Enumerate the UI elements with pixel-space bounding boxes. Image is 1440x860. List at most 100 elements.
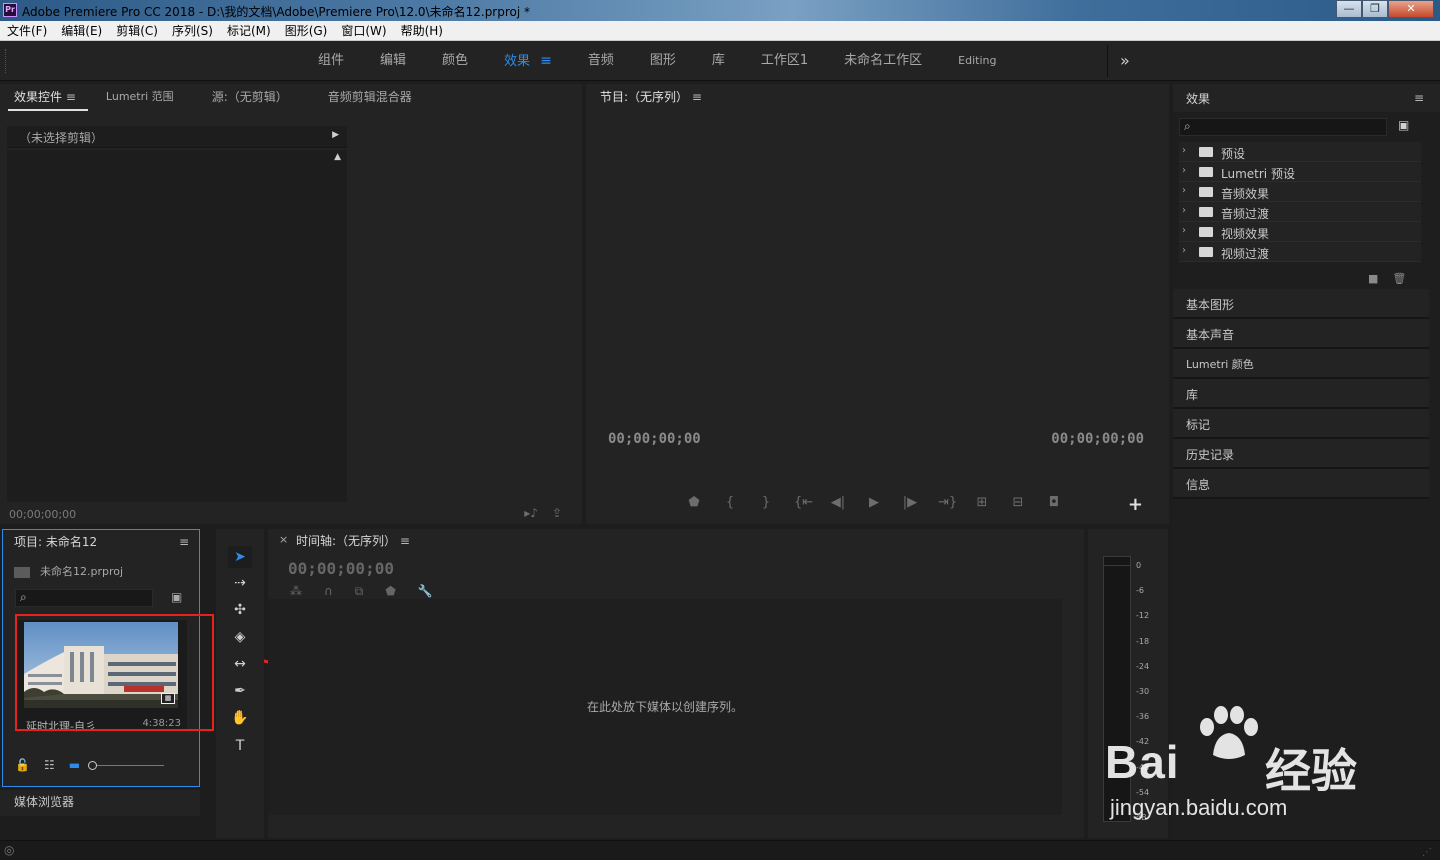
zoom-slider[interactable] <box>88 760 165 770</box>
menu-clip[interactable]: 剪辑(C) <box>109 21 165 40</box>
go-to-out-icon[interactable]: ⇥} <box>938 495 957 510</box>
snap-icon[interactable]: ∩ <box>324 584 333 599</box>
workspace-tab-editing-en[interactable]: Editing <box>940 41 1014 81</box>
ripple-edit-tool-icon[interactable]: ✣ <box>228 599 252 621</box>
workspace-tab-workspace1[interactable]: 工作区1 <box>743 41 826 81</box>
workspace-tab-assembly[interactable]: 组件 <box>300 41 362 81</box>
lift-icon[interactable]: ⊞ <box>974 495 990 510</box>
mark-out-icon[interactable]: } <box>758 495 774 510</box>
extract-icon[interactable]: ⊟ <box>1010 495 1026 510</box>
minimize-button[interactable]: — <box>1336 0 1362 18</box>
maximize-button[interactable]: ❐ <box>1362 0 1388 18</box>
watermark-brand-latin: Bai <box>1105 736 1180 788</box>
razor-tool-icon[interactable]: ◈ <box>228 626 252 648</box>
scroll-up-icon[interactable]: ▲ <box>334 152 341 162</box>
panel-menu-icon[interactable]: ≡ <box>66 90 76 104</box>
effects-item-presets[interactable]: › 预设 <box>1179 142 1421 162</box>
slip-tool-icon[interactable]: ↔ <box>228 653 252 675</box>
new-bin-icon[interactable]: ■ <box>1368 272 1378 285</box>
chevron-right-icon[interactable]: › <box>1182 205 1186 216</box>
tab-source[interactable]: 源:（无剪辑） <box>190 84 310 110</box>
chevron-right-icon[interactable]: › <box>1182 145 1186 156</box>
timeline-timecode[interactable]: 00;00;00;00 <box>288 559 394 578</box>
new-custom-bin-icon[interactable]: ▣ <box>1398 118 1416 134</box>
mark-in-icon[interactable]: { <box>722 495 738 510</box>
section-markers[interactable]: 标记 <box>1173 409 1429 439</box>
panel-menu-icon[interactable]: ≡ <box>400 534 410 548</box>
close-button[interactable]: ✕ <box>1388 0 1434 18</box>
menu-sequence[interactable]: 序列(S) <box>165 21 220 40</box>
panel-menu-icon[interactable]: ≡ <box>179 535 189 549</box>
section-essential-graphics[interactable]: 基本图形 <box>1173 289 1429 319</box>
panel-menu-icon[interactable]: ≡ <box>1414 91 1424 105</box>
workspace-menu-icon[interactable]: ≡ <box>540 53 552 69</box>
type-tool-icon[interactable]: T <box>228 735 252 757</box>
menu-edit[interactable]: 编辑(E) <box>54 21 109 40</box>
resize-grip-icon[interactable]: ⋰ <box>1422 847 1432 858</box>
menu-graphics[interactable]: 图形(G) <box>278 21 335 40</box>
expand-arrow-icon[interactable]: ▶ <box>332 130 339 140</box>
panel-menu-icon[interactable]: ≡ <box>692 90 702 104</box>
wrench-icon[interactable]: 🔧 <box>418 584 433 599</box>
workspace-tab-effects[interactable]: 效果 ≡ <box>486 41 570 81</box>
effects-item-video-effects[interactable]: › 视频效果 <box>1179 222 1421 242</box>
workspace-tab-graphics[interactable]: 图形 <box>632 41 694 81</box>
program-current-timecode[interactable]: 00;00;00;00 <box>608 431 701 447</box>
media-browser-tab[interactable]: 媒体浏览器 <box>0 790 200 816</box>
effects-item-video-transitions[interactable]: › 视频过渡 <box>1179 242 1421 262</box>
section-info[interactable]: 信息 <box>1173 469 1429 499</box>
go-to-in-icon[interactable]: {⇤ <box>794 495 813 510</box>
selection-tool-icon[interactable]: ➤ <box>228 546 252 568</box>
trash-icon[interactable]: 🗑 <box>1392 272 1406 285</box>
track-select-tool-icon[interactable]: ⇢ <box>228 572 252 594</box>
chevron-right-icon[interactable]: › <box>1182 225 1186 236</box>
menu-marker[interactable]: 标记(M) <box>220 21 278 40</box>
timeline-title[interactable]: 时间轴:（无序列） ≡ <box>296 532 410 549</box>
tab-audio-clip-mixer[interactable]: 音频剪辑混合器 <box>310 84 430 110</box>
chevron-right-icon[interactable]: › <box>1182 185 1186 196</box>
workspace-tab-untitled[interactable]: 未命名工作区 <box>826 41 940 81</box>
add-marker-icon[interactable]: ⬟ <box>385 584 395 599</box>
project-panel-title[interactable]: 项目: 未命名12 <box>14 533 97 550</box>
workspace-tab-libraries[interactable]: 库 <box>694 41 743 81</box>
button-editor-button[interactable]: + <box>1128 494 1143 515</box>
add-marker-icon[interactable]: ⬟ <box>686 495 702 510</box>
effects-item-audio-effects[interactable]: › 音频效果 <box>1179 182 1421 202</box>
menu-file[interactable]: 文件(F) <box>0 21 54 40</box>
nest-icon[interactable]: ⁂ <box>290 584 302 599</box>
step-back-icon[interactable]: ◀| <box>830 495 846 510</box>
export-frame-icon[interactable]: ◘ <box>1046 495 1062 510</box>
tab-lumetri-scopes[interactable]: Lumetri 范围 <box>90 84 190 110</box>
audio-solo-icon[interactable]: ▸♪ <box>524 506 538 520</box>
hand-tool-icon[interactable]: ✋ <box>228 707 252 729</box>
grip-handle[interactable] <box>5 49 7 73</box>
section-libraries[interactable]: 库 <box>1173 379 1429 409</box>
find-icon[interactable]: ▣ <box>171 590 182 604</box>
step-forward-icon[interactable]: |▶ <box>902 495 918 510</box>
play-icon[interactable]: ▶ <box>866 495 882 510</box>
pen-tool-icon[interactable]: ✒ <box>228 680 252 702</box>
close-icon[interactable]: × <box>279 533 288 546</box>
workspace-tab-editing[interactable]: 编辑 <box>362 41 424 81</box>
more-workspaces-icon[interactable]: » <box>1120 51 1130 70</box>
chevron-right-icon[interactable]: › <box>1182 245 1186 256</box>
linked-selection-icon[interactable]: ⧉ <box>355 584 364 599</box>
menu-window[interactable]: 窗口(W) <box>334 21 393 40</box>
section-history[interactable]: 历史记录 <box>1173 439 1429 469</box>
section-essential-sound[interactable]: 基本声音 <box>1173 319 1429 349</box>
lock-icon[interactable]: 🔓 <box>15 758 30 772</box>
workspace-tab-audio[interactable]: 音频 <box>570 41 632 81</box>
list-view-icon[interactable]: ☷ <box>44 758 55 772</box>
effects-search-input[interactable]: ⌕ <box>1179 118 1387 136</box>
icon-view-icon[interactable]: ▬ <box>69 758 80 772</box>
workspace-tab-color[interactable]: 颜色 <box>424 41 486 81</box>
effects-item-audio-transitions[interactable]: › 音频过渡 <box>1179 202 1421 222</box>
project-search-input[interactable]: ⌕ <box>15 589 153 607</box>
export-icon[interactable]: ⇪ <box>552 506 562 520</box>
chevron-right-icon[interactable]: › <box>1182 165 1186 176</box>
tab-program[interactable]: 节目:（无序列） ≡ <box>586 84 716 110</box>
effects-item-lumetri-presets[interactable]: › Lumetri 预设 <box>1179 162 1421 182</box>
tab-effect-controls[interactable]: 效果控件 ≡ <box>0 84 90 110</box>
section-lumetri-color[interactable]: Lumetri 颜色 <box>1173 349 1429 379</box>
menu-help[interactable]: 帮助(H) <box>394 21 450 40</box>
